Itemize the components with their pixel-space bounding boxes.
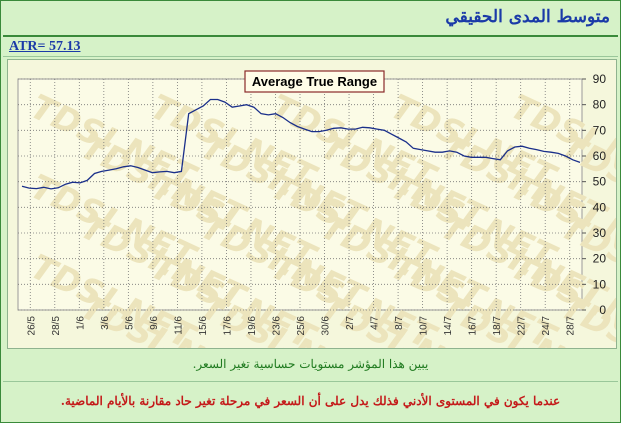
x-tick-label: 30/6	[321, 316, 332, 336]
x-tick-label: 5/6	[124, 316, 135, 330]
atr-divider	[3, 56, 618, 57]
x-tick-label: 2/7	[345, 316, 356, 330]
x-tick-label: 14/7	[443, 316, 454, 336]
x-tick-label: 15/6	[198, 316, 209, 336]
description-line-2: عندما يكون في المستوى الأدني فذلك يدل عل…	[60, 394, 561, 408]
y-tick-label: 80	[593, 98, 607, 112]
x-tick-label: 23/6	[271, 316, 282, 336]
y-tick-label: 30	[593, 226, 607, 240]
chart-title-box: Average True Range	[244, 70, 385, 93]
chart-title: Average True Range	[252, 74, 377, 89]
panel-title: متوسط المدى الحقيقي	[445, 7, 610, 27]
x-tick-label: 11/6	[173, 316, 184, 335]
x-tick-label: 18/7	[492, 316, 503, 336]
indicator-panel: متوسط المدى الحقيقي ATR= 57.13 TDSI.NET T…	[0, 0, 621, 423]
x-tick-label: 9/6	[149, 316, 160, 330]
description-line-1: يبين هذا المؤشر مستويات حساسية تغير السع…	[192, 357, 429, 371]
x-tick-label: 25/6	[296, 316, 307, 336]
chart-container: TDSI.NET TDSI.NET TDSI.NET TDSI.NET TDSI.NET…	[7, 59, 617, 349]
title-divider	[3, 35, 618, 37]
atr-value-link[interactable]: ATR= 57.13	[9, 39, 81, 55]
x-tick-label: 16/7	[468, 316, 479, 336]
y-tick-label: 50	[593, 175, 607, 189]
x-tick-label: 8/7	[394, 316, 405, 330]
x-tick-label: 17/6	[222, 316, 233, 336]
y-tick-label: 20	[593, 252, 607, 266]
x-tick-label: 10/7	[419, 316, 430, 336]
x-tick-label: 1/6	[75, 316, 86, 330]
x-tick-label: 26/5	[26, 316, 37, 336]
description-divider	[3, 381, 618, 382]
y-tick-label: 70	[593, 123, 607, 137]
x-tick-label: 24/7	[541, 316, 552, 336]
y-tick-label: 10	[593, 277, 607, 291]
y-tick-label: 0	[599, 303, 606, 317]
x-tick-label: 22/7	[517, 316, 528, 336]
x-tick-label: 28/5	[51, 316, 62, 336]
atr-chart: TDSI.NETTDSI.NETTDSI.NETTDSI.NETTDSI.NET…	[17, 70, 616, 348]
x-tick-label: 28/7	[566, 316, 577, 336]
x-tick-label: 4/7	[370, 316, 381, 330]
x-tick-label: 3/6	[100, 316, 111, 330]
x-tick-label: 19/6	[247, 316, 258, 336]
y-tick-label: 90	[593, 72, 607, 86]
y-tick-label: 60	[593, 149, 607, 163]
y-tick-label: 40	[593, 200, 607, 214]
